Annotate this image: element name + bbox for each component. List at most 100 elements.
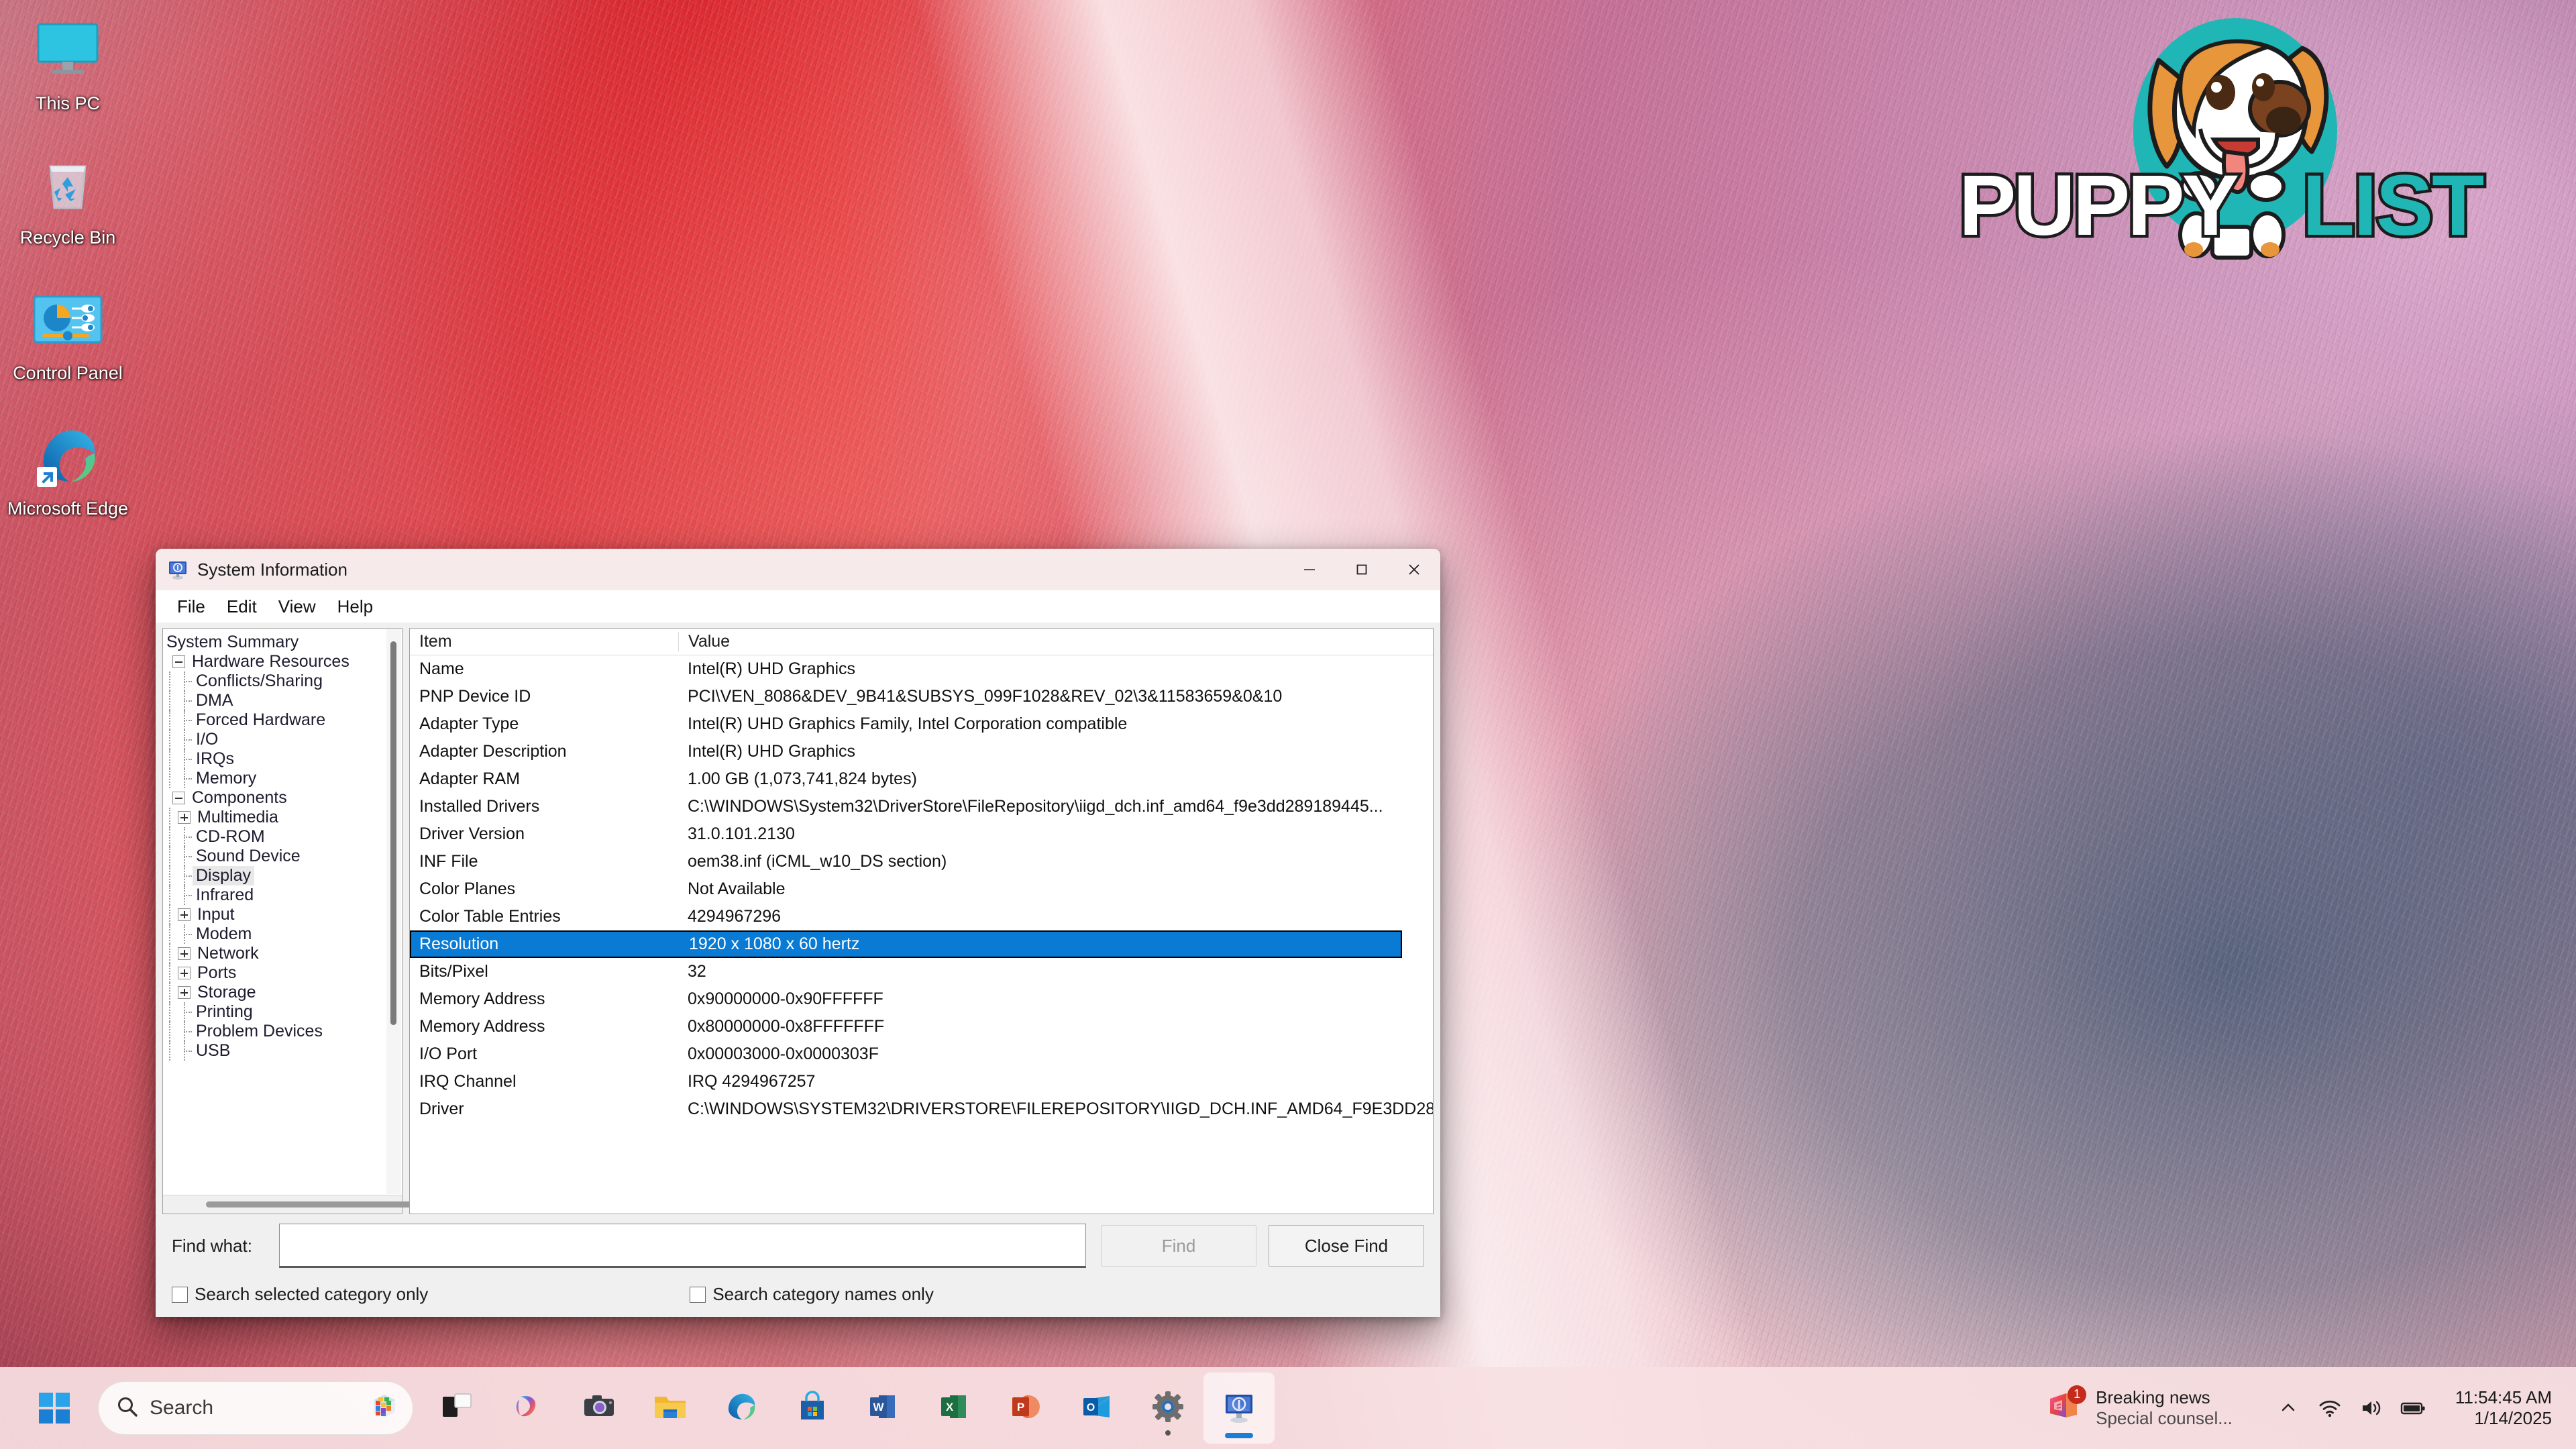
table-row[interactable]: Memory Address 0x80000000-0x8FFFFFFF	[410, 1013, 1433, 1040]
taskbar-item-word[interactable]: W	[848, 1373, 919, 1444]
menu-item-help[interactable]: Help	[327, 594, 384, 620]
tree-collapse-icon[interactable]	[172, 792, 185, 804]
taskbar-item-outlook[interactable]: O	[1061, 1373, 1132, 1444]
table-row[interactable]: Driver C:\WINDOWS\SYSTEM32\DRIVERSTORE\FI…	[410, 1095, 1433, 1123]
tree-node-cd-rom[interactable]: CD-ROM	[163, 827, 402, 847]
taskbar-item-settings[interactable]	[1132, 1373, 1203, 1444]
tree-node-multimedia[interactable]: Multimedia	[163, 808, 402, 827]
table-row[interactable]: PNP Device ID PCI\VEN_8086&DEV_9B41&SUBSY…	[410, 683, 1433, 710]
tree-node-printing[interactable]: Printing	[163, 1002, 402, 1022]
search-input[interactable]: Search	[98, 1381, 413, 1435]
taskbar-item-microsoft-store[interactable]	[777, 1373, 848, 1444]
tree-node-storage[interactable]: Storage	[163, 983, 402, 1002]
column-header-value[interactable]: Value	[678, 632, 1433, 651]
table-row[interactable]: I/O Port 0x00003000-0x0000303F	[410, 1040, 1433, 1068]
desktop-icon-control-panel[interactable]: Control Panel	[4, 282, 131, 384]
category-tree[interactable]: System Summary Hardware Resources Conflict…	[163, 629, 402, 1195]
tree-node-network[interactable]: Network	[163, 944, 402, 963]
table-row[interactable]: Color Table Entries 4294967296	[410, 903, 1433, 930]
taskbar-item-camera[interactable]	[564, 1373, 635, 1444]
tree-node-ports[interactable]: Ports	[163, 963, 402, 983]
tree-expand-icon[interactable]	[178, 967, 191, 979]
battery-icon[interactable]	[2392, 1388, 2434, 1428]
taskbar-item-task-view[interactable]	[421, 1373, 492, 1444]
find-button[interactable]: Find	[1101, 1225, 1256, 1267]
table-row[interactable]: Color Planes Not Available	[410, 875, 1433, 903]
tree-node-input[interactable]: Input	[163, 905, 402, 924]
tree-node-display[interactable]: Display	[163, 866, 402, 885]
taskbar-item-system-information[interactable]	[1203, 1373, 1275, 1444]
table-row[interactable]: Adapter RAM 1.00 GB (1,073,741,824 bytes)	[410, 765, 1433, 793]
tree-node-forced-hardware[interactable]: Forced Hardware	[163, 710, 402, 730]
table-row[interactable]: Name Intel(R) UHD Graphics	[410, 655, 1433, 683]
tree-collapse-icon[interactable]	[172, 655, 185, 668]
details-list-panel[interactable]: Item Value Name Intel(R) UHD Graphics PNP …	[409, 628, 1434, 1214]
category-tree-panel[interactable]: System Summary Hardware Resources Conflict…	[162, 628, 454, 1214]
tree-node-hardware-resources[interactable]: Hardware Resources	[163, 652, 402, 672]
table-row[interactable]: INF File oem38.inf (iCML_w10_DS section)	[410, 848, 1433, 875]
table-row[interactable]: Bits/Pixel 32	[410, 958, 1433, 985]
menu-item-file[interactable]: File	[166, 594, 216, 620]
tree-node-memory[interactable]: Memory	[163, 769, 402, 788]
tree-node-modem[interactable]: Modem	[163, 924, 402, 944]
table-row[interactable]: Memory Address 0x90000000-0x90FFFFFF	[410, 985, 1433, 1013]
watermark-text-primary: PUPPY	[1959, 158, 2239, 254]
tree-horizontal-scrollbar[interactable]	[163, 1195, 454, 1214]
taskbar-item-file-explorer[interactable]	[635, 1373, 706, 1444]
system-tray[interactable]: 1 Breaking news Special counsel... 11:54…	[2046, 1382, 2576, 1434]
table-row[interactable]: Driver Version 31.0.101.2130	[410, 820, 1433, 848]
checkbox-search-category-names[interactable]: Search category names only	[690, 1284, 934, 1305]
chevron-up-icon[interactable]	[2267, 1388, 2309, 1428]
menu-item-edit[interactable]: Edit	[216, 594, 268, 620]
start-button[interactable]	[19, 1373, 90, 1444]
window-titlebar[interactable]: System Information	[156, 549, 1440, 590]
table-row[interactable]: Adapter Type Intel(R) UHD Graphics Family…	[410, 710, 1433, 738]
table-row[interactable]: Resolution 1920 x 1080 x 60 hertz	[410, 930, 1402, 958]
window-minimize-button[interactable]	[1283, 549, 1336, 590]
taskbar-item-microsoft-edge[interactable]	[706, 1373, 777, 1444]
tree-node-conflicts-sharing[interactable]: Conflicts/Sharing	[163, 672, 402, 691]
tree-node-label: DMA	[196, 691, 233, 710]
close-find-button[interactable]: Close Find	[1269, 1225, 1424, 1267]
taskbar-item-excel[interactable]: X	[919, 1373, 990, 1444]
tree-node-usb[interactable]: USB	[163, 1041, 402, 1061]
tree-node-label: Problem Devices	[196, 1022, 323, 1040]
tree-expand-icon[interactable]	[178, 947, 191, 960]
tree-node-irqs[interactable]: IRQs	[163, 749, 402, 769]
taskbar-item-powerpoint[interactable]: P	[990, 1373, 1061, 1444]
system-information-window[interactable]: System Information File Edit View Help S…	[156, 549, 1440, 1317]
tree-node-components[interactable]: Components	[163, 788, 402, 808]
tree-node-system-summary[interactable]: System Summary	[163, 633, 402, 652]
menu-item-view[interactable]: View	[268, 594, 327, 620]
tree-expand-icon[interactable]	[178, 986, 191, 999]
find-input[interactable]	[279, 1224, 1086, 1268]
tree-node-sound-device[interactable]: Sound Device	[163, 847, 402, 866]
tree-node-i-o[interactable]: I/O	[163, 730, 402, 749]
column-header-item[interactable]: Item	[410, 632, 678, 651]
tree-node-label: I/O	[196, 730, 219, 749]
taskbar[interactable]: Search W X P O 1 Breaking news Special c…	[0, 1367, 2576, 1449]
volume-icon[interactable]	[2351, 1388, 2392, 1428]
tree-expand-icon[interactable]	[178, 908, 191, 921]
table-row[interactable]: IRQ Channel IRQ 4294967257	[410, 1068, 1433, 1095]
tree-expand-icon[interactable]	[178, 811, 191, 824]
desktop-icon-microsoft-edge[interactable]: Microsoft Edge	[4, 417, 131, 520]
checkbox-search-selected-category[interactable]: Search selected category only	[172, 1284, 428, 1305]
table-row[interactable]: Installed Drivers C:\WINDOWS\System32\Dri…	[410, 793, 1433, 820]
desktop-icon-this-pc[interactable]: This PC	[4, 12, 131, 115]
menu-bar[interactable]: File Edit View Help	[156, 590, 1440, 623]
table-row[interactable]: Adapter Description Intel(R) UHD Graphics	[410, 738, 1433, 765]
checkbox-box[interactable]	[690, 1286, 706, 1303]
desktop-icon-recycle-bin[interactable]: Recycle Bin	[4, 146, 131, 249]
clock[interactable]: 11:54:45 AM 1/14/2025	[2449, 1382, 2559, 1434]
checkbox-box[interactable]	[172, 1286, 188, 1303]
news-widget[interactable]: 1 Breaking news Special counsel...	[2046, 1385, 2233, 1428]
tree-node-problem-devices[interactable]: Problem Devices	[163, 1022, 402, 1041]
copilot-cube-icon[interactable]	[370, 1392, 399, 1425]
taskbar-item-copilot[interactable]	[492, 1373, 564, 1444]
window-maximize-button[interactable]	[1336, 549, 1388, 590]
tree-node-infrared[interactable]: Infrared	[163, 885, 402, 905]
wifi-icon[interactable]	[2309, 1388, 2351, 1428]
tree-node-dma[interactable]: DMA	[163, 691, 402, 710]
window-close-button[interactable]	[1388, 549, 1440, 590]
